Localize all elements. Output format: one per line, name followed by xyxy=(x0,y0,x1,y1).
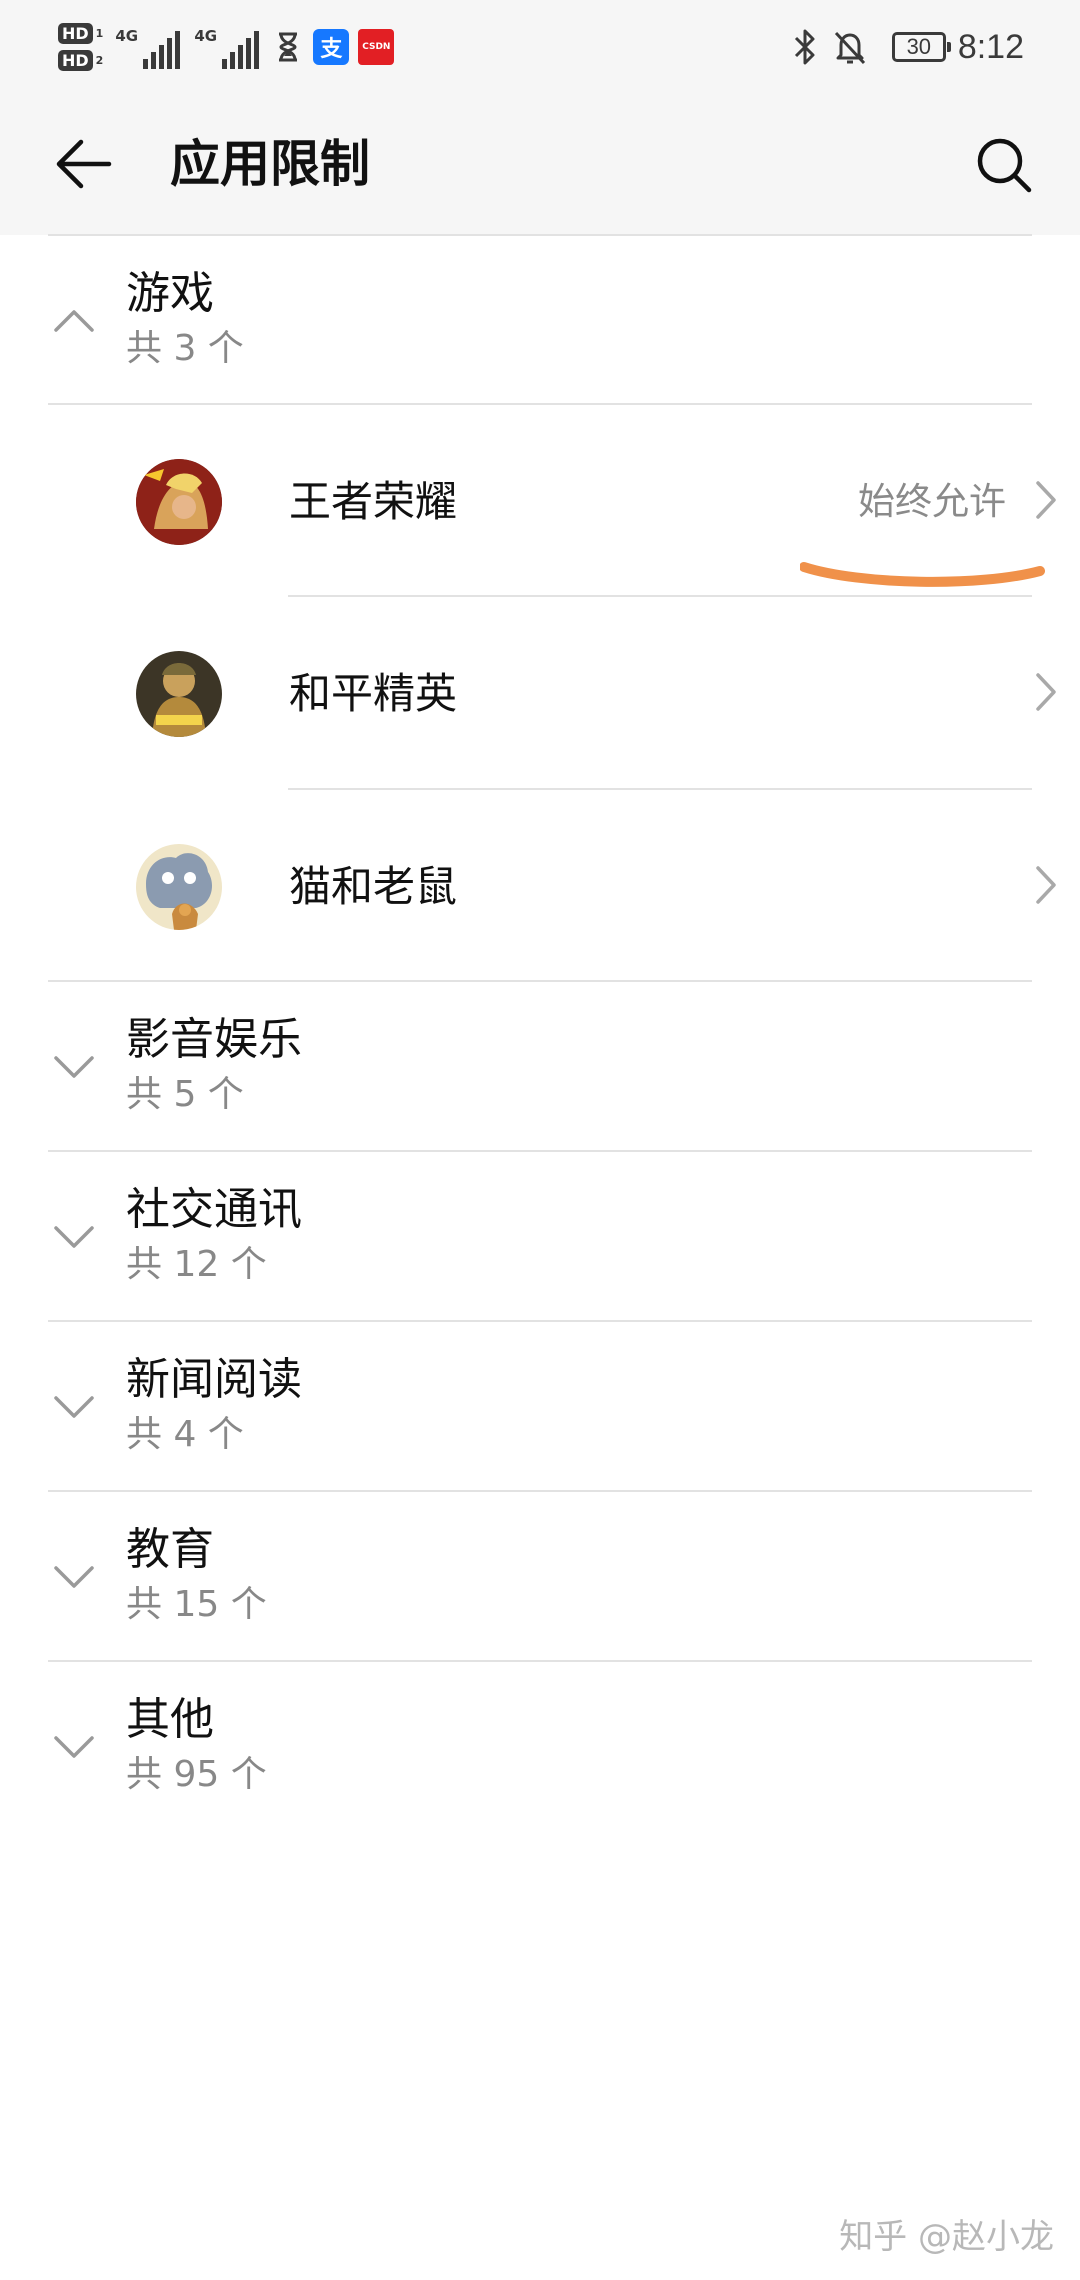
app-name: 王者荣耀 xyxy=(289,477,458,526)
watermark: 知乎 @赵小龙 xyxy=(839,2217,1054,2257)
chevron-down-icon xyxy=(54,1566,94,1588)
group-name: 新闻阅读 xyxy=(126,1354,302,1405)
app-name: 和平精英 xyxy=(289,669,458,718)
app-status: 始终允许 xyxy=(858,480,1006,523)
group-header-games[interactable]: 游戏 共 3 个 xyxy=(0,236,1080,404)
network-2-label: 4G xyxy=(194,27,218,45)
chevron-down-icon xyxy=(54,1226,94,1248)
chevron-right-icon xyxy=(1036,673,1056,711)
group-name: 影音娱乐 xyxy=(126,1014,302,1065)
hd-2-badge: HD xyxy=(58,50,93,71)
page-title: 应用限制 xyxy=(170,135,370,193)
hd-1-sub: 1 xyxy=(95,27,104,40)
alipay-icon: 支 xyxy=(313,29,350,65)
csdn-icon: CSDN xyxy=(358,29,395,65)
group-count: 共 4 个 xyxy=(126,1414,244,1455)
app-bar: 应用限制 xyxy=(0,95,1080,235)
group-name: 其他 xyxy=(126,1694,214,1745)
group-header-entertainment[interactable]: 影音娱乐 共 5 个 xyxy=(0,982,1080,1150)
battery-icon: 30 xyxy=(891,32,951,62)
status-left: HD 1 HD 2 4G 4G 支 CSDN xyxy=(58,16,395,78)
group-count: 共 15 个 xyxy=(126,1584,267,1625)
app-row-peacekeeper-elite[interactable]: 和平精英 xyxy=(0,597,1080,789)
chevron-up-icon xyxy=(54,310,94,332)
status-time: 8:12 xyxy=(957,27,1024,66)
hd-indicators: HD 1 HD 2 xyxy=(58,23,103,71)
signal-1-icon: 4G xyxy=(115,25,181,69)
highlight-underline xyxy=(800,562,1045,587)
group-name: 社交通讯 xyxy=(126,1184,302,1235)
chevron-down-icon xyxy=(54,1396,94,1418)
mute-bell-icon xyxy=(834,31,865,65)
group-header-social[interactable]: 社交通讯 共 12 个 xyxy=(0,1152,1080,1320)
hd-2: HD 2 xyxy=(58,50,103,71)
chevron-right-icon xyxy=(1036,866,1056,904)
app-row-tom-and-jerry[interactable]: 猫和老鼠 xyxy=(0,790,1080,982)
bluetooth-icon xyxy=(794,29,815,65)
back-arrow-icon xyxy=(56,139,112,189)
status-bar: HD 1 HD 2 4G 4G 支 CSDN 30 8:12 xyxy=(0,0,1080,95)
group-header-education[interactable]: 教育 共 15 个 xyxy=(0,1492,1080,1660)
battery-level: 30 xyxy=(906,34,932,59)
chevron-down-icon xyxy=(54,1056,94,1078)
group-count: 共 3 个 xyxy=(126,328,244,369)
app-name: 猫和老鼠 xyxy=(289,862,458,911)
network-1-label: 4G xyxy=(115,27,139,45)
hd-1-badge: HD xyxy=(58,23,93,44)
tom-and-jerry-app-icon xyxy=(136,844,222,930)
search-button[interactable] xyxy=(968,129,1040,201)
group-name: 教育 xyxy=(126,1524,214,1575)
group-header-news[interactable]: 新闻阅读 共 4 个 xyxy=(0,1322,1080,1490)
peacekeeper-elite-app-icon xyxy=(136,651,222,737)
hourglass-icon xyxy=(279,32,298,62)
hd-2-sub: 2 xyxy=(95,54,104,67)
group-count: 共 95 个 xyxy=(126,1754,267,1795)
back-button[interactable] xyxy=(48,129,118,199)
chevron-down-icon xyxy=(54,1736,94,1758)
group-count: 共 12 个 xyxy=(126,1244,267,1285)
group-name: 游戏 xyxy=(126,268,214,319)
group-header-other[interactable]: 其他 共 95 个 xyxy=(0,1662,1080,1830)
chevron-right-icon xyxy=(1036,481,1056,519)
signal-2-icon: 4G xyxy=(194,25,260,69)
status-right: 30 8:12 xyxy=(792,22,1024,72)
hd-1: HD 1 xyxy=(58,23,103,44)
search-icon xyxy=(977,138,1032,193)
honor-of-kings-app-icon xyxy=(136,459,222,545)
group-count: 共 5 个 xyxy=(126,1074,244,1115)
